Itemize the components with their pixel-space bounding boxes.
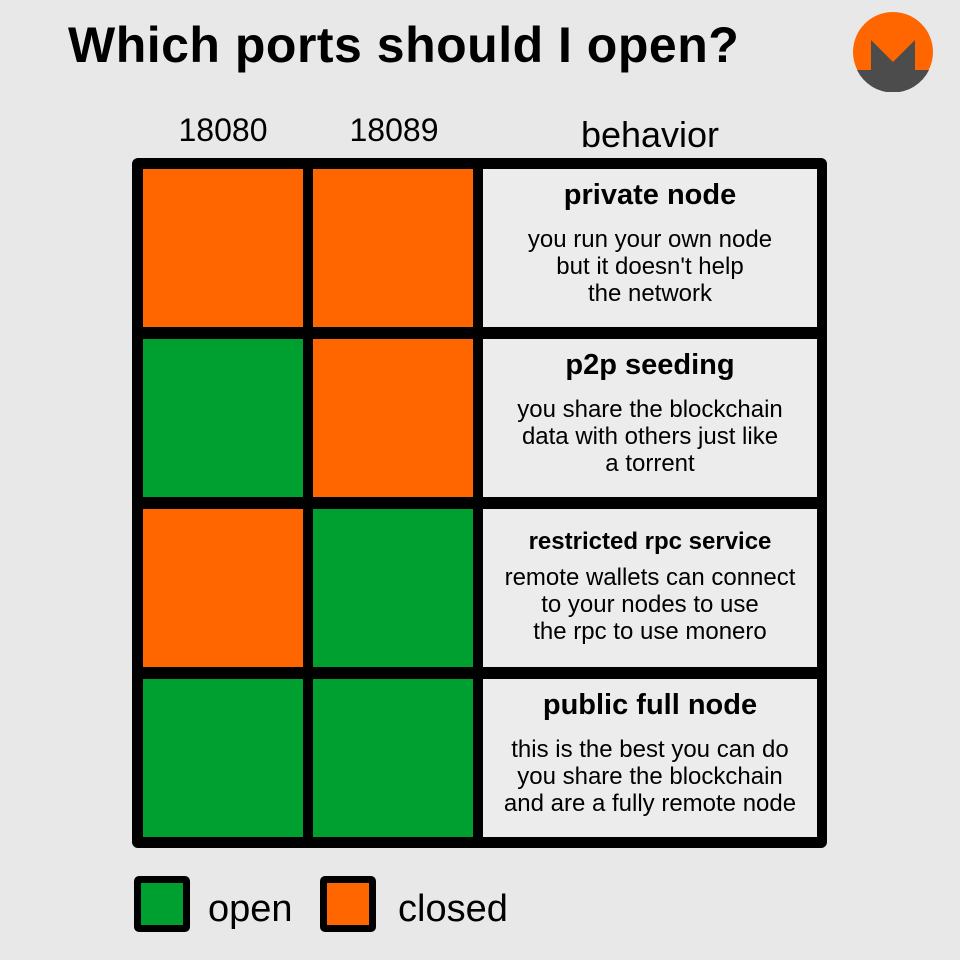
row2-port-18080-cell — [143, 339, 303, 497]
behavior-name: private node — [563, 179, 737, 211]
ports-grid: private node you run your own node but i… — [132, 158, 827, 848]
row4-port-18089-cell — [313, 679, 473, 837]
row1-port-18080-cell — [143, 169, 303, 327]
behavior-name: p2p seeding — [565, 349, 735, 381]
row3-port-18089-cell — [313, 509, 473, 667]
behavior-text: remote wallets can connect to your nodes… — [504, 564, 796, 645]
monero-logo-icon — [853, 12, 933, 92]
behavior-text: you share the blockchain data with other… — [517, 396, 783, 477]
row2-behavior-cell: p2p seeding you share the blockchain dat… — [483, 339, 817, 497]
row1-port-18089-cell — [313, 169, 473, 327]
row3-port-18080-cell — [143, 509, 303, 667]
legend-open-label: open — [208, 888, 293, 930]
legend-open-swatch — [134, 876, 190, 932]
behavior-text: you run your own node but it doesn't hel… — [527, 226, 773, 307]
row4-port-18080-cell — [143, 679, 303, 837]
row2-port-18089-cell — [313, 339, 473, 497]
legend-closed-swatch — [320, 876, 376, 932]
column-header-18080: 18080 — [178, 112, 268, 148]
legend-closed-label: closed — [398, 888, 508, 930]
behavior-name: restricted rpc service — [528, 528, 772, 555]
row3-behavior-cell: restricted rpc service remote wallets ca… — [483, 509, 817, 667]
row4-behavior-cell: public full node this is the best you ca… — [483, 679, 817, 837]
column-header-18089: 18089 — [349, 112, 439, 148]
row1-behavior-cell: private node you run your own node but i… — [483, 169, 817, 327]
page-title: Which ports should I open? — [68, 17, 740, 73]
behavior-text: this is the best you can do you share th… — [503, 736, 797, 817]
behavior-name: public full node — [542, 689, 758, 721]
column-header-behavior: behavior — [580, 114, 720, 155]
